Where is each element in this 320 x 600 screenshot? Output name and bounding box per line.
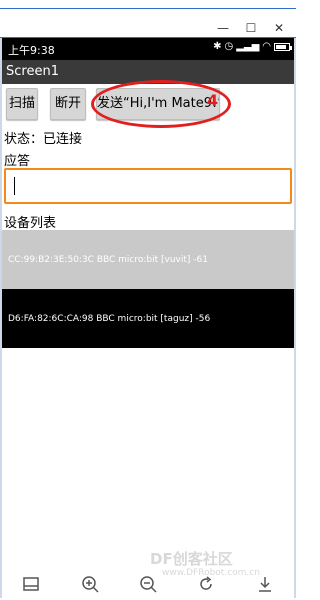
close-button[interactable]: ✕ [266,20,292,36]
response-label: 应答 [4,154,31,169]
right-border [294,38,296,598]
phone-statusbar: 上午9:38 ✱ ◷ ▂▃▅ ◠ [2,38,294,60]
status-icons: ✱ ◷ ▂▃▅ ◠ [213,41,292,52]
zoom-out-icon[interactable] [138,574,158,594]
status-time: 上午9:38 [8,44,55,57]
battery-icon [274,42,292,51]
titlebar-divider [0,0,296,9]
signal-icon: ▂▃▅ [236,41,260,52]
text-caret [14,177,15,195]
alarm-icon: ◷ [224,41,234,52]
page-icon[interactable] [21,574,41,594]
device-list-label: 设备列表 [4,216,57,231]
scan-button[interactable]: 扫描 [6,88,38,120]
maximize-button[interactable]: ☐ [238,20,264,36]
bluetooth-icon: ✱ [213,41,222,52]
download-icon[interactable] [255,574,275,594]
device-list: CC:99:B2:3E:50:3C BBC micro:bit [vuvit] … [2,230,294,348]
connection-status: 状态：已连接 [4,132,83,147]
device-list-item[interactable]: D6:FA:82:6C:CA:98 BBC micro:bit [taguz] … [2,289,294,348]
device-list-item[interactable]: CC:99:B2:3E:50:3C BBC micro:bit [vuvit] … [2,230,294,289]
app-window: — ☐ ✕ 上午9:38 ✱ ◷ ▂▃▅ ◠ Screen1 扫描 断开 发送“… [0,0,296,600]
minimize-button[interactable]: — [210,20,236,36]
viewer-toolbar [2,570,294,598]
window-titlebar: — ☐ ✕ [0,0,296,38]
disconnect-button[interactable]: 断开 [50,88,86,120]
zoom-in-icon[interactable] [80,574,100,594]
app-title: Screen1 [6,64,59,79]
wifi-icon: ◠ [262,41,271,52]
annotation-number: 4 [207,91,219,110]
response-input[interactable] [4,168,292,204]
watermark-logo: DF创客社区 [150,550,233,568]
rotate-icon[interactable] [196,574,216,594]
